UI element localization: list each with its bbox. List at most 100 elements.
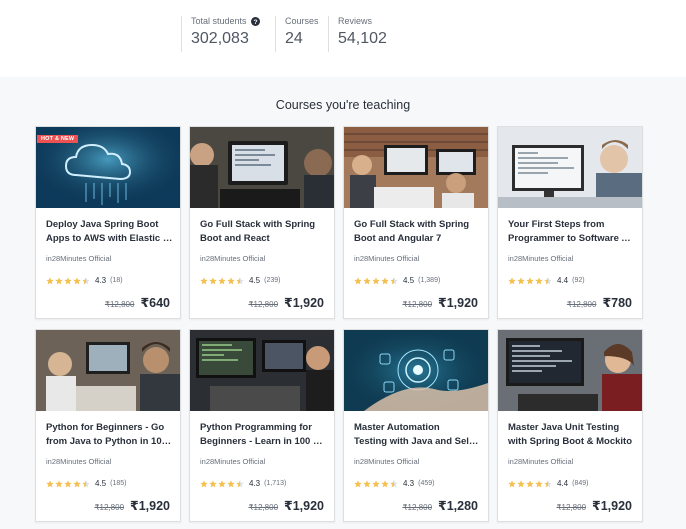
course-card[interactable]: Master Java Unit Testing with Spring Boot… — [497, 329, 643, 522]
course-title-line: Deploy Java Spring Boot — [46, 219, 159, 230]
star-icon — [535, 479, 543, 487]
course-title[interactable]: Deploy Java Spring Boot Apps to AWS with … — [46, 218, 174, 246]
course-title[interactable]: Master Java Unit Testing with Spring Boot… — [508, 421, 636, 449]
rating-value: 4.5 — [249, 276, 261, 285]
dark-image — [190, 330, 334, 411]
course-title[interactable]: Python Programming for Beginners - Learn … — [200, 421, 328, 449]
star-icon — [354, 276, 362, 284]
course-title-line: Boot and React — [200, 233, 270, 244]
course-author: in28Minutes Official — [200, 254, 266, 263]
star-rating — [46, 479, 90, 488]
star-icon — [354, 479, 362, 487]
help-icon[interactable]: ? — [250, 16, 260, 26]
course-card[interactable]: Python for Beginners - Go from Java to Py… — [35, 329, 181, 522]
current-price: ₹1,920 — [130, 499, 170, 513]
rating-count: (849) — [572, 480, 589, 487]
course-title[interactable]: Go Full Stack with Spring Boot and React — [200, 218, 328, 246]
star-icon — [218, 479, 226, 487]
star-icon — [209, 479, 217, 487]
course-title-line: Python Programming for — [200, 422, 312, 433]
course-title-line: Apps to AWS with Elastic Beanstalk — [46, 233, 174, 244]
course-author: in28Minutes Official — [354, 457, 420, 466]
star-icon — [363, 479, 371, 487]
star-icon — [236, 276, 244, 284]
stat-label: Total students — [191, 16, 247, 26]
rating-row: 4.3 (18) — [46, 276, 123, 285]
rating-row: 4.5 (1,389) — [354, 276, 440, 285]
course-title-line: Go Full Stack with Spring — [354, 219, 470, 230]
rating-value: 4.3 — [403, 479, 415, 488]
star-icon — [55, 479, 63, 487]
current-price: ₹1,920 — [284, 296, 324, 310]
course-title-line: Programmer to Software Architect — [508, 233, 636, 244]
current-price: ₹1,920 — [438, 296, 478, 310]
course-title-line: Boot and Angular 7 — [354, 233, 442, 244]
course-title[interactable]: Your First Steps from Programmer to Softw… — [508, 218, 636, 246]
course-title-line: Master Automation — [354, 422, 440, 433]
star-icon — [73, 479, 81, 487]
course-author: in28Minutes Official — [508, 457, 574, 466]
current-price: ₹640 — [140, 296, 170, 310]
course-thumbnail[interactable] — [190, 330, 334, 411]
star-icon — [508, 479, 516, 487]
course-card[interactable]: Master Automation Testing with Java and S… — [343, 329, 489, 522]
rating-value: 4.5 — [95, 479, 107, 488]
course-title-line: with Spring Boot & Mockito — [508, 436, 633, 447]
star-icon — [372, 276, 380, 284]
course-card[interactable]: Your First Steps from Programmer to Softw… — [497, 126, 643, 319]
star-rating — [508, 479, 552, 488]
current-price: ₹1,920 — [592, 499, 632, 513]
course-title-line: Go Full Stack with Spring — [200, 219, 316, 230]
original-price: ₹12,800 — [248, 300, 279, 309]
star-icon — [227, 276, 235, 284]
star-icon — [381, 276, 389, 284]
star-icon — [236, 479, 244, 487]
original-price: ₹12,800 — [556, 503, 587, 512]
rating-value: 4.4 — [557, 479, 569, 488]
star-icon — [227, 479, 235, 487]
star-icon — [82, 276, 90, 284]
star-icon — [73, 276, 81, 284]
course-card[interactable]: Go Full Stack with Spring Boot and React i… — [189, 126, 335, 319]
star-icon — [390, 479, 398, 487]
svg-text:?: ? — [253, 19, 257, 26]
stat-value: 302,083 — [191, 30, 249, 47]
course-thumbnail[interactable] — [498, 330, 642, 411]
automation-image — [344, 330, 488, 411]
rating-count: (1,713) — [264, 480, 287, 487]
rating-count: (92) — [572, 277, 585, 284]
course-thumbnail[interactable] — [344, 330, 488, 411]
current-price: ₹1,280 — [438, 499, 478, 513]
star-icon — [82, 479, 90, 487]
price-row: ₹12,800 ₹1,920 — [94, 498, 170, 513]
course-title[interactable]: Python for Beginners - Go from Java to Py… — [46, 421, 174, 449]
course-thumbnail[interactable] — [344, 127, 488, 208]
course-title[interactable]: Master Automation Testing with Java and S… — [354, 421, 482, 449]
star-icon — [517, 479, 525, 487]
course-card[interactable]: Python Programming for Beginners - Learn … — [189, 329, 335, 522]
star-icon — [46, 276, 54, 284]
stat-courses: Courses 24 — [275, 16, 319, 52]
course-thumbnail[interactable] — [190, 127, 334, 208]
stat-reviews: Reviews 54,102 — [328, 16, 387, 52]
star-icon — [535, 276, 543, 284]
star-icon — [363, 276, 371, 284]
course-card[interactable]: HOT & NEW Deploy Java Spring Boot Apps to … — [35, 126, 181, 319]
course-title[interactable]: Go Full Stack with Spring Boot and Angula… — [354, 218, 482, 246]
stat-label: Courses — [285, 16, 319, 26]
monitor-image — [498, 127, 642, 208]
course-thumbnail[interactable] — [498, 127, 642, 208]
star-rating — [354, 479, 398, 488]
star-icon — [526, 479, 534, 487]
stats-bar: Total students ? 302,083 Courses 24 Revi… — [0, 0, 686, 77]
course-thumbnail[interactable]: HOT & NEW — [36, 127, 180, 208]
rating-count: (239) — [264, 277, 281, 284]
rating-value: 4.3 — [249, 479, 261, 488]
price-row: ₹12,800 ₹1,920 — [556, 498, 632, 513]
course-card[interactable]: Go Full Stack with Spring Boot and Angula… — [343, 126, 489, 319]
star-icon — [64, 479, 72, 487]
price-row: ₹12,800 ₹640 — [105, 295, 170, 310]
course-thumbnail[interactable] — [36, 330, 180, 411]
team-image — [36, 330, 180, 411]
rating-row: 4.4 (849) — [508, 479, 588, 488]
